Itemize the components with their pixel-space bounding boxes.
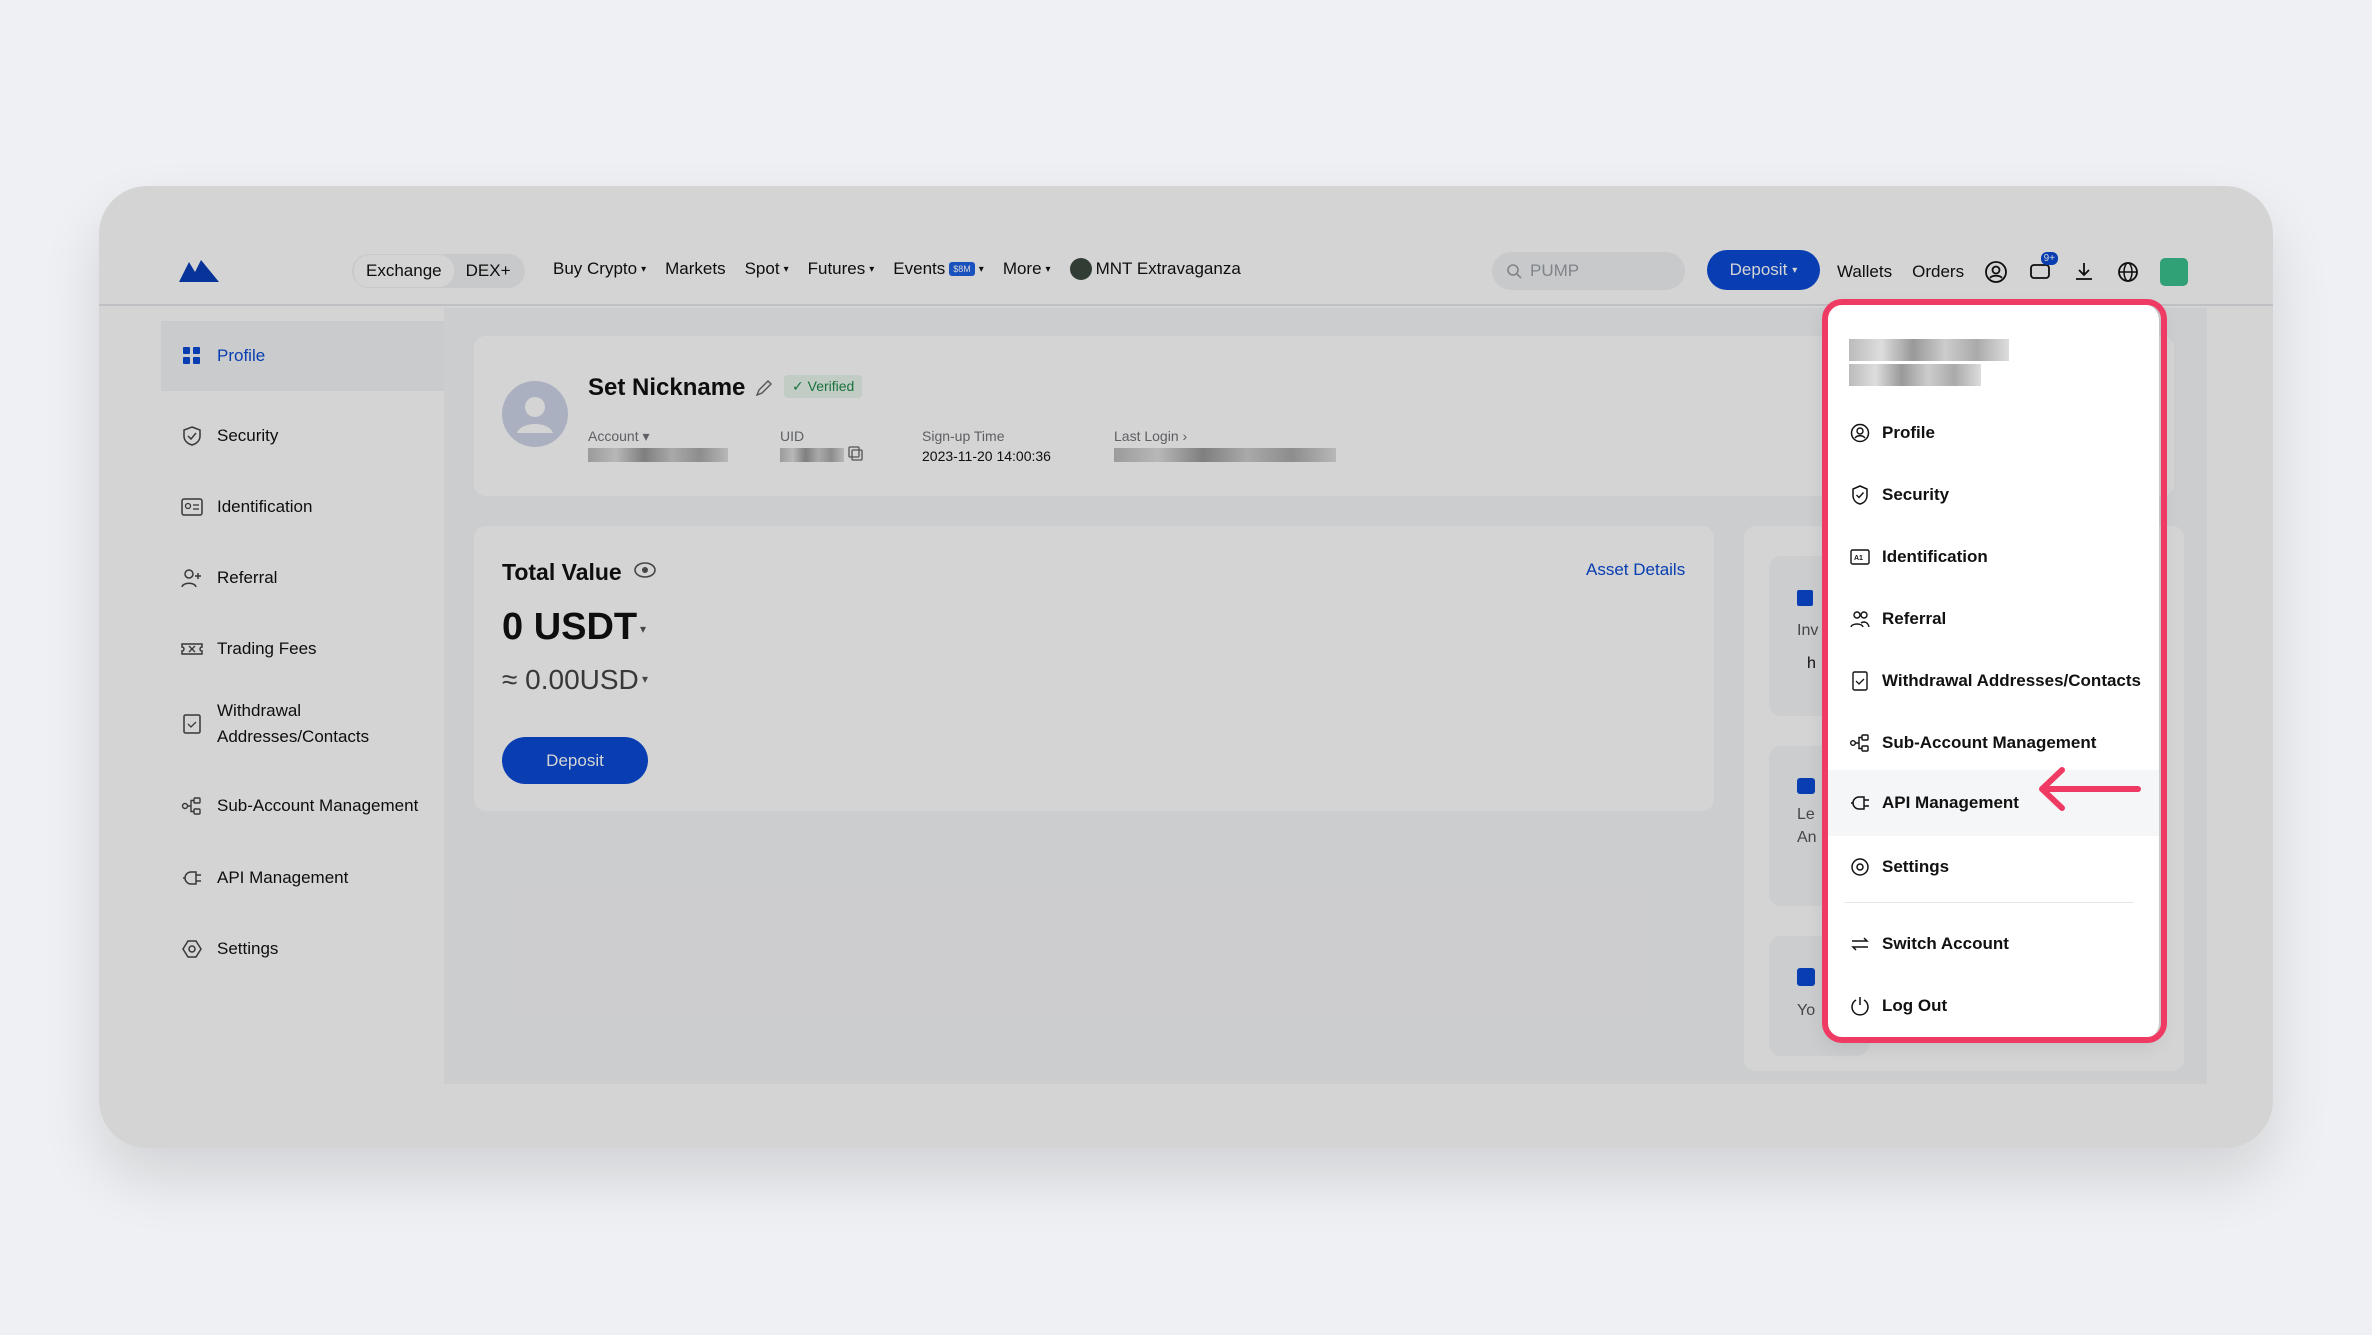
app-window: Exchange DEX+ Buy Crypto ▾ Markets Spot ▾ …	[99, 186, 2273, 1148]
app-content: Exchange DEX+ Buy Crypto ▾ Markets Spot ▾ …	[99, 186, 2273, 1148]
annotation-highlight-box	[1822, 299, 2167, 1043]
annotation-arrow-icon	[2039, 767, 2141, 811]
